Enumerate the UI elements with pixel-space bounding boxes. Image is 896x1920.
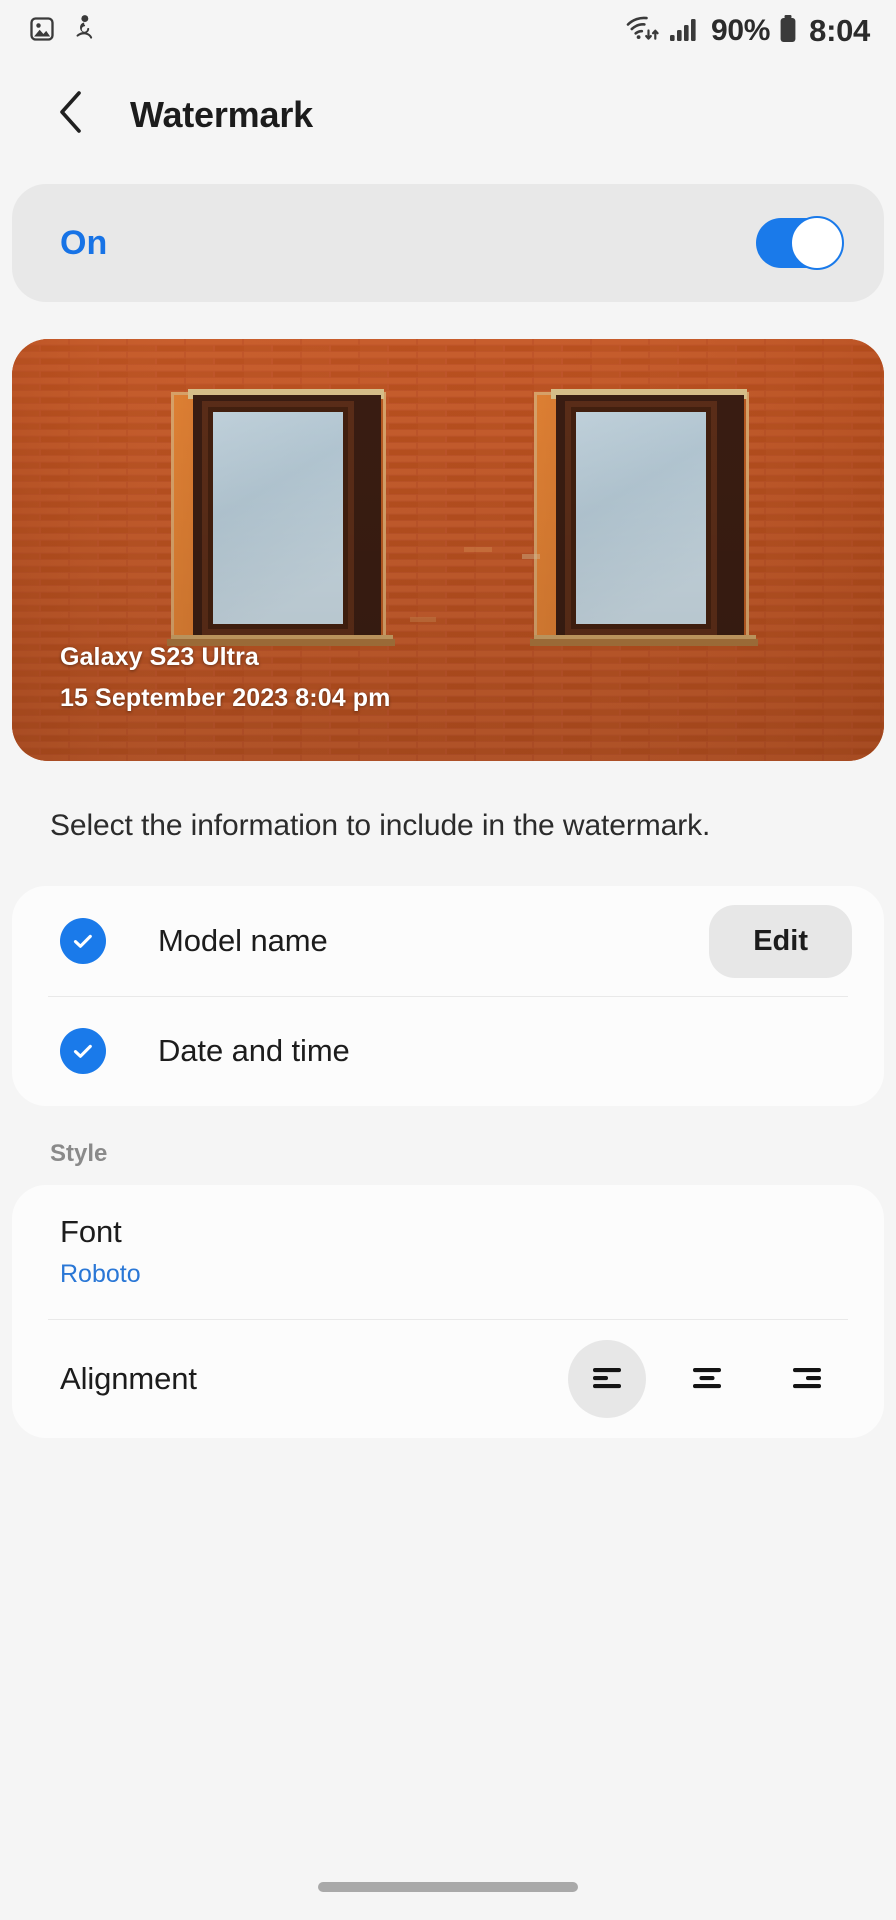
gallery-icon bbox=[28, 15, 56, 48]
watermark-master-toggle-row[interactable]: On bbox=[12, 184, 884, 302]
watermark-overlay-text: Galaxy S23 Ultra 15 September 2023 8:04 … bbox=[60, 643, 390, 713]
alignment-setting-row: Alignment bbox=[12, 1320, 884, 1438]
option-row-date-and-time[interactable]: Date and time bbox=[12, 996, 884, 1106]
option-row-model-name[interactable]: Model name Edit bbox=[12, 886, 884, 996]
watermark-toggle-switch[interactable] bbox=[756, 216, 844, 270]
watermark-toggle-state-label: On bbox=[60, 223, 108, 262]
watermark-options-card: Model name Edit Date and time bbox=[12, 886, 884, 1106]
status-bar-right-icons: 90% 8:04 bbox=[625, 13, 870, 49]
font-setting-title: Font bbox=[60, 1214, 122, 1249]
font-setting-row[interactable]: Font Roboto bbox=[12, 1185, 884, 1319]
style-card: Font Roboto Alignment bbox=[12, 1185, 884, 1438]
status-bar: 90% 8:04 bbox=[0, 0, 896, 62]
system-navigation-bar bbox=[0, 1854, 896, 1920]
status-bar-clock: 8:04 bbox=[809, 13, 870, 48]
option-label-date-and-time: Date and time bbox=[158, 1033, 350, 1068]
alignment-options-group bbox=[568, 1340, 846, 1418]
watermark-preview-image: Galaxy S23 Ultra 15 September 2023 8:04 … bbox=[12, 339, 884, 761]
chevron-left-icon bbox=[54, 89, 88, 140]
home-gesture-handle[interactable] bbox=[318, 1882, 578, 1892]
checkmark-icon[interactable] bbox=[60, 1028, 106, 1074]
app-bar: Watermark bbox=[0, 62, 896, 167]
battery-icon bbox=[778, 14, 798, 49]
alignment-setting-title: Alignment bbox=[60, 1361, 197, 1396]
battery-percent-label: 90% bbox=[710, 14, 771, 47]
page-title: Watermark bbox=[130, 93, 313, 135]
checkmark-icon[interactable] bbox=[60, 918, 106, 964]
align-right-icon bbox=[789, 1363, 825, 1396]
status-bar-left-icons bbox=[28, 14, 97, 48]
align-right-button[interactable] bbox=[768, 1340, 846, 1418]
toggle-knob bbox=[790, 216, 844, 270]
watermark-description: Select the information to include in the… bbox=[50, 809, 711, 842]
signal-bars-icon bbox=[669, 15, 699, 48]
font-setting-value: Roboto bbox=[60, 1260, 141, 1288]
align-center-button[interactable] bbox=[668, 1340, 746, 1418]
watermark-date-time: 15 September 2023 8:04 pm bbox=[60, 684, 391, 712]
align-center-icon bbox=[689, 1363, 725, 1396]
style-section-header: Style bbox=[50, 1140, 108, 1167]
wifi-icon bbox=[625, 14, 661, 49]
option-label-model-name: Model name bbox=[158, 923, 328, 958]
align-left-icon bbox=[589, 1363, 625, 1396]
edit-model-name-button[interactable]: Edit bbox=[709, 904, 852, 978]
back-button[interactable] bbox=[48, 89, 94, 140]
align-left-button[interactable] bbox=[568, 1340, 646, 1418]
person-activity-icon bbox=[70, 14, 97, 48]
watermark-model-name: Galaxy S23 Ultra bbox=[60, 643, 259, 671]
